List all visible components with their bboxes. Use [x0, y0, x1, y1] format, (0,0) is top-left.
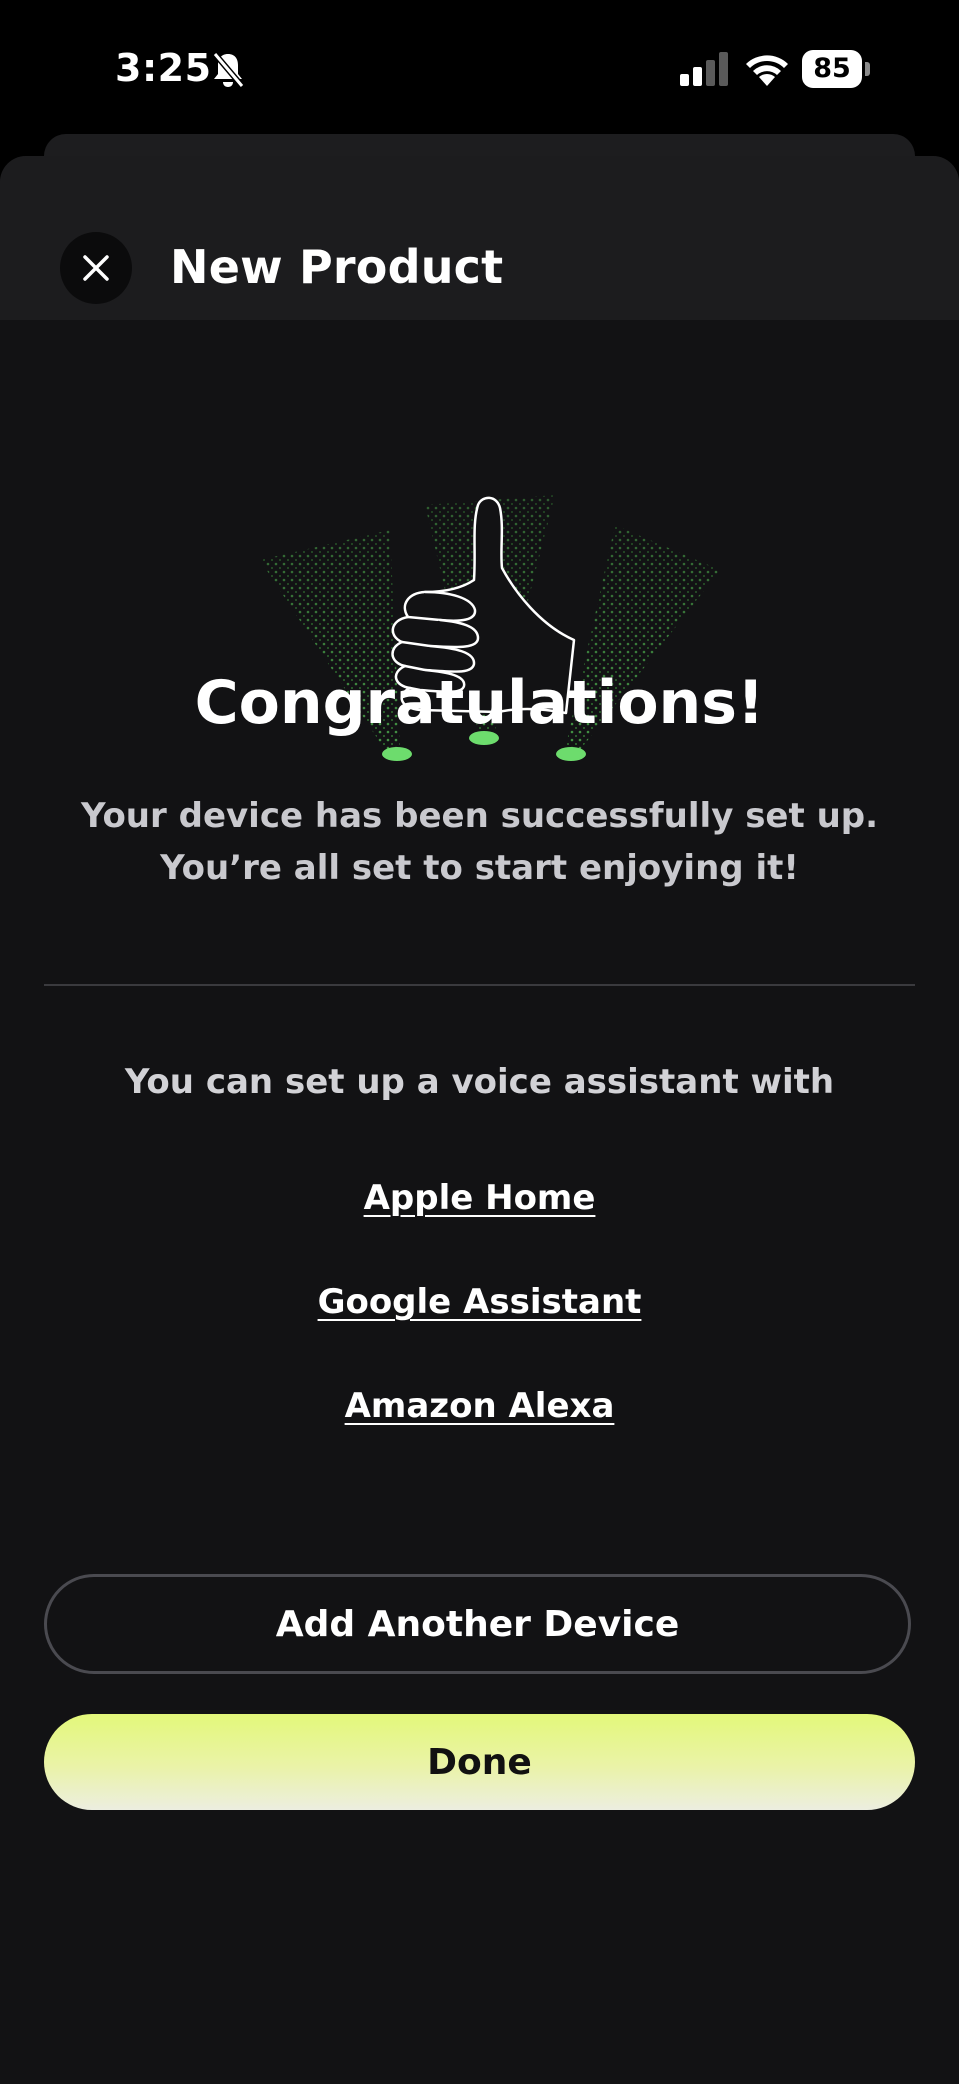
add-another-device-button[interactable]: Add Another Device	[44, 1574, 911, 1674]
battery-level: 85	[802, 50, 862, 88]
status-bar: 3:25 85	[0, 0, 959, 130]
success-message-line2: You’re all set to start enjoying it!	[160, 848, 799, 888]
close-button[interactable]	[60, 232, 132, 304]
battery-icon: 85	[802, 50, 872, 88]
google-assistant-link[interactable]: Google Assistant	[318, 1282, 642, 1322]
success-message-line1: Your device has been successfully set up…	[80, 796, 879, 836]
done-button[interactable]: Done	[44, 1714, 915, 1810]
google-assistant-link-row: Google Assistant	[0, 1282, 959, 1322]
battery-tip	[865, 62, 870, 76]
divider	[44, 984, 915, 986]
screen: 3:25 85 New Product Congratulations! You…	[0, 0, 959, 2084]
voice-assistant-prompt: You can set up a voice assistant with	[124, 1062, 835, 1102]
cellular-signal-icon	[680, 52, 728, 86]
apple-home-link[interactable]: Apple Home	[364, 1178, 596, 1218]
amazon-alexa-link[interactable]: Amazon Alexa	[345, 1386, 615, 1426]
wifi-icon	[746, 55, 788, 86]
page-title: New Product	[170, 240, 504, 294]
success-heading: Congratulations!	[194, 668, 765, 738]
amazon-alexa-link-row: Amazon Alexa	[0, 1386, 959, 1426]
bell-slash-icon	[212, 52, 245, 88]
close-icon	[83, 255, 109, 281]
sheet-header: New Product	[0, 156, 959, 320]
status-time: 3:25	[115, 46, 212, 90]
apple-home-link-row: Apple Home	[0, 1178, 959, 1218]
